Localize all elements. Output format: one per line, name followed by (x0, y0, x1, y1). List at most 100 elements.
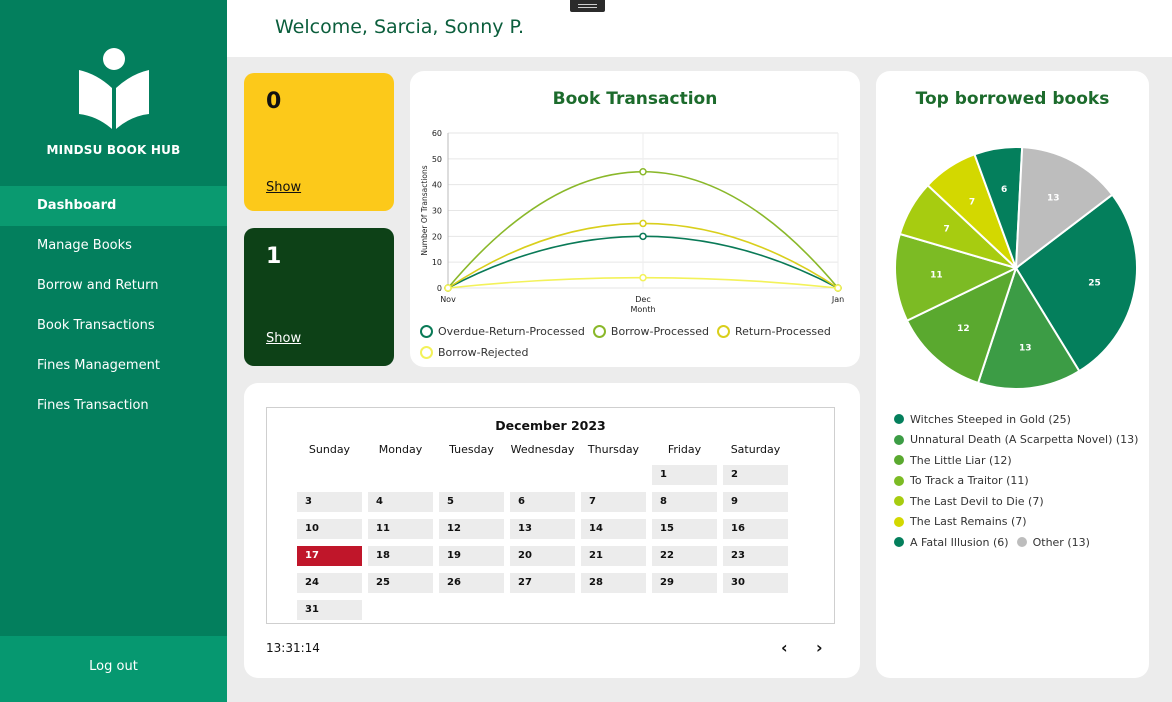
calendar-panel: December 2023 Sunday Monday Tuesday Wednesd… (244, 383, 860, 678)
calendar-day[interactable]: 30 (723, 573, 788, 593)
weekday-header: Wednesday (510, 443, 575, 456)
legend-entry[interactable]: Return-Processed (716, 321, 831, 342)
calendar-day[interactable]: 14 (581, 519, 646, 539)
weekday-header: Thursday (587, 443, 640, 456)
calendar-day[interactable]: 11 (368, 519, 433, 539)
legend-entry[interactable]: Other (13) (1016, 532, 1090, 553)
calendar-day[interactable]: 13 (510, 519, 575, 539)
data-point (639, 168, 647, 176)
sidebar-item-dashboard[interactable]: Dashboard (0, 186, 227, 226)
calendar-day[interactable]: 21 (581, 546, 646, 566)
chart-legend: Overdue-Return-Processed Borrow-Processed… (420, 321, 860, 363)
legend-label: The Last Devil to Die (7) (910, 494, 1044, 508)
x-tick-label: Jan (831, 295, 844, 304)
calendar-day[interactable]: 23 (723, 546, 788, 566)
calendar-day[interactable]: 18 (368, 546, 433, 566)
calendar-day[interactable]: 26 (439, 573, 504, 593)
sidebar-item-borrow-and-return[interactable]: Borrow and Return (0, 266, 227, 306)
legend-label: Overdue-Return-Processed (438, 325, 585, 338)
sidebar-item-manage-books[interactable]: Manage Books (0, 226, 227, 266)
legend-marker (420, 325, 433, 338)
sidebar-item-book-transactions[interactable]: Book Transactions (0, 306, 227, 346)
calendar-month: December 2023 (495, 418, 606, 433)
calendar-day[interactable]: 25 (368, 573, 433, 593)
legend-entry[interactable]: Witches Steeped in Gold (25) (894, 409, 1071, 430)
calendar-day[interactable]: 9 (723, 492, 788, 512)
calendar-day[interactable]: 10 (297, 519, 362, 539)
calendar-day[interactable]: 4 (368, 492, 433, 512)
stat-card: 1 Show (244, 228, 394, 366)
legend-label: The Last Remains (7) (910, 515, 1027, 529)
pie-legend: Witches Steeped in Gold (25) Unnatural De… (894, 409, 1149, 553)
y-axis-label: Number Of Transactions (420, 165, 429, 255)
show-link[interactable]: Show (266, 180, 301, 195)
slice-label: 25 (1088, 279, 1101, 289)
calendar-day[interactable]: 31 (297, 600, 362, 620)
calendar-day[interactable]: 20 (510, 546, 575, 566)
legend-entry[interactable]: A Fatal Illusion (6) (894, 532, 1009, 553)
legend-entry[interactable]: The Last Devil to Die (7) (894, 491, 1044, 512)
stat-card: 0 Show (244, 73, 394, 211)
sidebar-item-fines-transaction[interactable]: Fines Transaction (0, 386, 227, 426)
legend-label: Return-Processed (734, 325, 831, 338)
legend-label: Borrow-Rejected (438, 346, 529, 359)
legend-marker (1016, 537, 1027, 548)
legend-entry[interactable]: The Last Remains (7) (894, 512, 1027, 533)
logout-button[interactable]: Log out (0, 636, 227, 702)
calendar: December 2023 Sunday Monday Tuesday Wednesd… (266, 407, 835, 624)
prev-month-button[interactable]: ‹ (781, 638, 788, 657)
calendar-day[interactable]: 5 (439, 492, 504, 512)
calendar-day[interactable]: 2 (723, 465, 788, 485)
legend-entry[interactable]: Borrow-Rejected (420, 342, 528, 363)
sidebar-item-fines-management[interactable]: Fines Management (0, 346, 227, 386)
calendar-day[interactable]: 27 (510, 573, 575, 593)
calendar-day[interactable]: 16 (723, 519, 788, 539)
legend-marker (894, 455, 904, 466)
x-axis-label: Month (630, 305, 655, 314)
legend-entry[interactable]: To Track a Traitor (11) (894, 471, 1029, 492)
calendar-day[interactable]: 15 (652, 519, 717, 539)
pie-title: Top borrowed books (915, 89, 1110, 109)
calendar-day[interactable]: 7 (581, 492, 646, 512)
weekday-header: Saturday (730, 443, 781, 456)
calendar-day[interactable]: 19 (439, 546, 504, 566)
slice-label: 13 (1047, 193, 1060, 203)
calendar-day[interactable]: 1 (652, 465, 717, 485)
legend-entry[interactable]: Overdue-Return-Processed (420, 321, 585, 342)
calendar-day[interactable]: 24 (297, 573, 362, 593)
legend-label: Other (13) (1032, 535, 1090, 549)
legend-entry[interactable]: The Little Liar (12) (894, 450, 1012, 471)
calendar-day-today[interactable]: 17 (297, 546, 362, 566)
slice-label: 7 (969, 197, 975, 207)
drag-handle[interactable] (570, 0, 605, 12)
calendar-day[interactable]: 8 (652, 492, 717, 512)
legend-marker (894, 537, 904, 548)
slice-label: 7 (944, 224, 950, 234)
y-tick-label: 40 (432, 181, 442, 190)
y-tick-label: 10 (432, 258, 442, 267)
data-point (444, 284, 452, 292)
legend-entry[interactable]: Unnatural Death (A Scarpetta Novel) (13) (894, 430, 1138, 451)
legend-label: Borrow-Processed (610, 325, 709, 338)
x-tick-label: Nov (440, 295, 456, 304)
calendar-day[interactable]: 12 (439, 519, 504, 539)
welcome-message: Welcome, Sarcia, Sonny P. (275, 16, 524, 38)
top-bar: Welcome, Sarcia, Sonny P. (227, 0, 1172, 57)
logo (0, 44, 227, 130)
x-tick-label: Dec (635, 295, 650, 304)
pie-chart: 25 13 12 11 7 7 6 13 (894, 146, 1138, 390)
calendar-day[interactable]: 6 (510, 492, 575, 512)
calendar-day[interactable]: 3 (297, 492, 362, 512)
calendar-day[interactable]: 22 (652, 546, 717, 566)
next-month-button[interactable]: › (816, 638, 823, 657)
legend-label: The Little Liar (12) (910, 453, 1012, 467)
data-point (834, 284, 842, 292)
top-borrowed-panel: 25 13 12 11 7 7 6 13 Top borrowed books Witches… (876, 71, 1149, 678)
weekday-header: Monday (378, 443, 423, 456)
y-tick-label: 0 (437, 284, 442, 293)
calendar-day[interactable]: 29 (652, 573, 717, 593)
legend-entry[interactable]: Borrow-Processed (592, 321, 709, 342)
slice-label: 13 (1019, 343, 1032, 353)
show-link[interactable]: Show (266, 331, 301, 346)
calendar-day[interactable]: 28 (581, 573, 646, 593)
